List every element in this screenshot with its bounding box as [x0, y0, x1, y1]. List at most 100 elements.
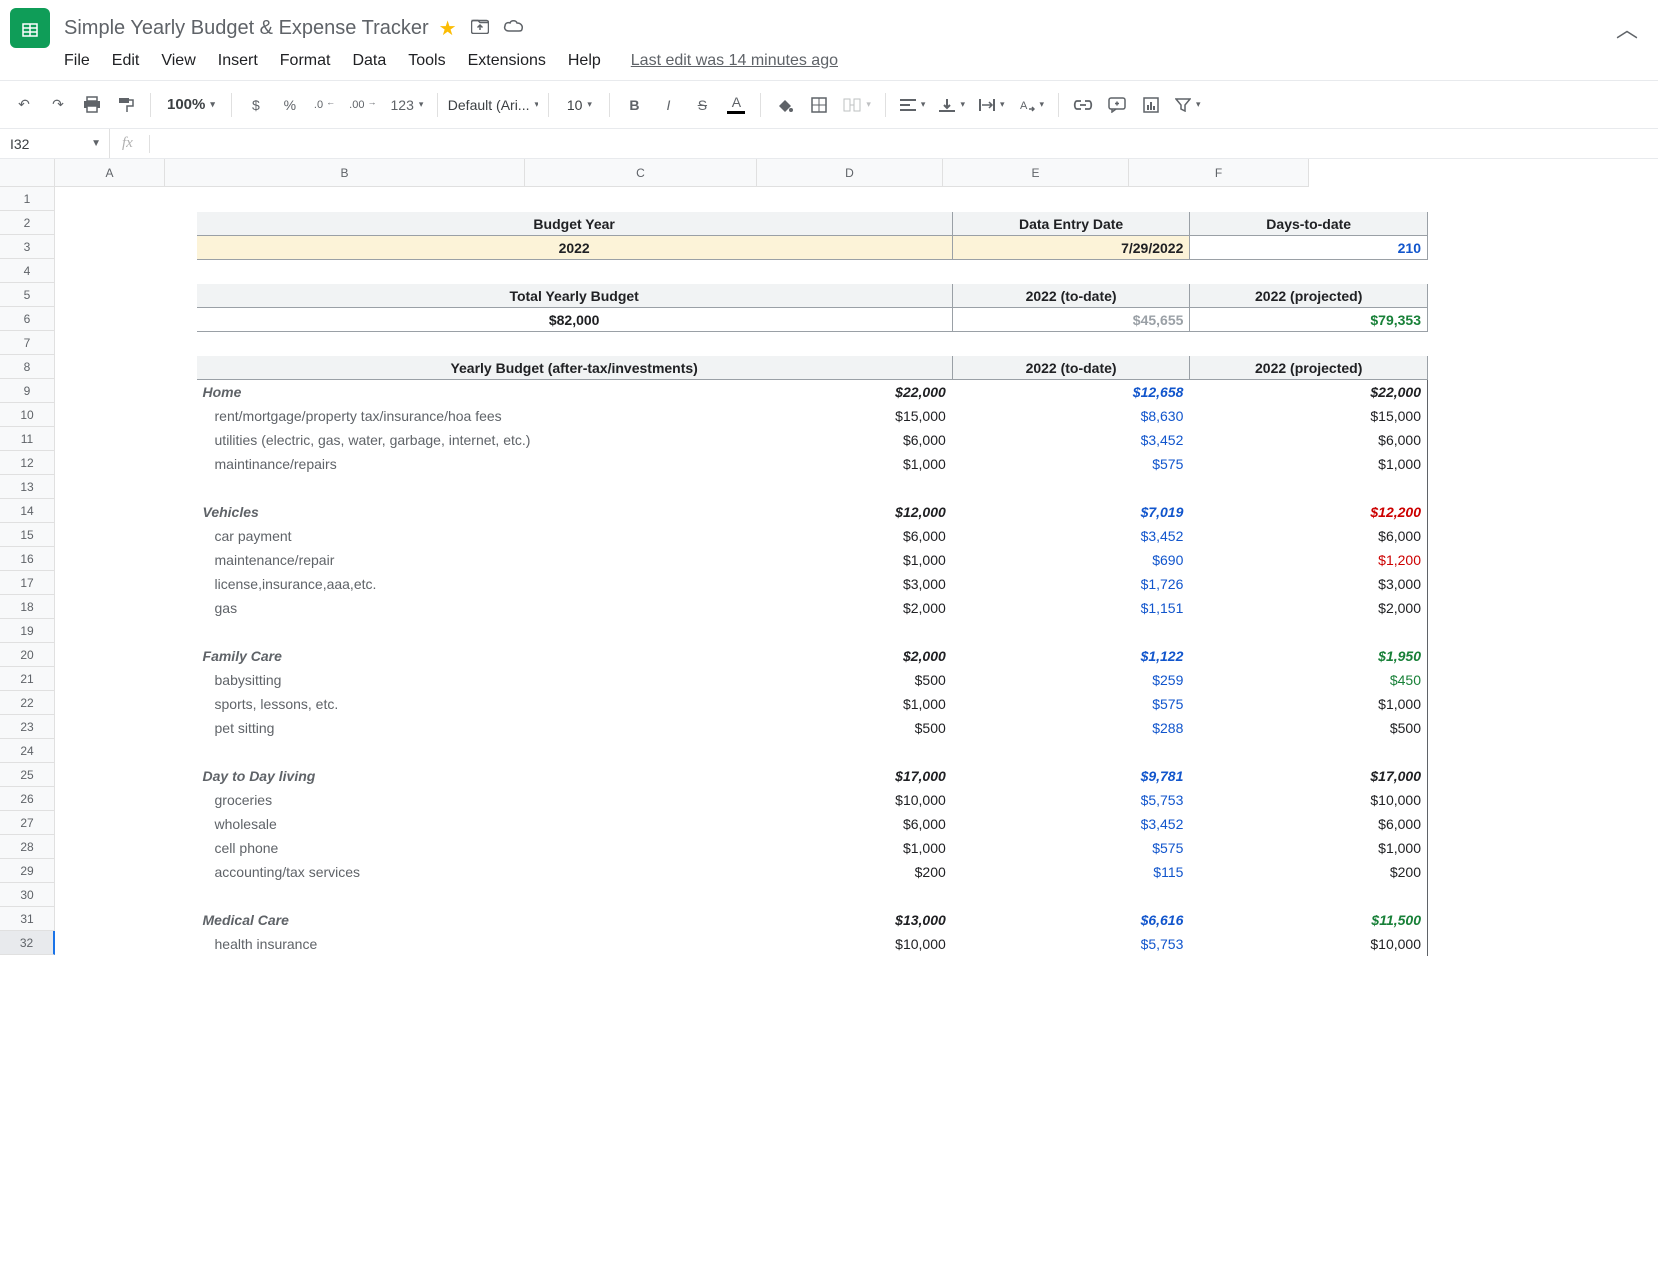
row-header[interactable]: 11 — [0, 427, 55, 451]
cell[interactable]: $3,452 — [952, 524, 1190, 548]
cell[interactable]: $15,000 — [1190, 404, 1428, 428]
cell[interactable]: $5,753 — [952, 788, 1190, 812]
cell[interactable]: $17,000 — [656, 764, 952, 788]
cell[interactable]: $1,000 — [1190, 836, 1428, 860]
cell[interactable]: $1,151 — [952, 596, 1190, 620]
cell[interactable]: $3,000 — [656, 572, 952, 596]
menu-view[interactable]: View — [161, 52, 195, 70]
cell[interactable]: $5,753 — [952, 932, 1190, 956]
menu-help[interactable]: Help — [568, 52, 601, 70]
row-header[interactable]: 19 — [0, 619, 55, 643]
row-header[interactable]: 23 — [0, 715, 55, 739]
cell[interactable]: $200 — [1190, 860, 1428, 884]
row-header[interactable]: 18 — [0, 595, 55, 619]
cell[interactable]: $1,000 — [1190, 452, 1428, 476]
name-box-dropdown-icon[interactable]: ▼ — [91, 138, 101, 149]
select-all-corner[interactable] — [0, 159, 55, 187]
horizontal-align-button[interactable] — [896, 90, 930, 120]
cell[interactable]: $500 — [656, 716, 952, 740]
row-header[interactable]: 24 — [0, 739, 55, 763]
col-header-E[interactable]: E — [943, 159, 1129, 187]
row-header[interactable]: 26 — [0, 787, 55, 811]
row-header[interactable]: 8 — [0, 355, 55, 379]
cell[interactable]: Days-to-date — [1190, 212, 1428, 236]
cell[interactable]: license,insurance,aaa,etc. — [196, 572, 656, 596]
cell[interactable]: $3,452 — [952, 812, 1190, 836]
cell[interactable]: $500 — [1190, 716, 1428, 740]
bold-button[interactable]: B — [620, 90, 648, 120]
cell[interactable]: $10,000 — [656, 932, 952, 956]
cell[interactable]: $690 — [952, 548, 1190, 572]
last-edit-link[interactable]: Last edit was 14 minutes ago — [631, 52, 838, 70]
cell[interactable]: 2022 (to-date) — [952, 284, 1190, 308]
row-header[interactable]: 3 — [0, 235, 55, 259]
cell[interactable]: $6,000 — [1190, 524, 1428, 548]
row-header[interactable]: 14 — [0, 499, 55, 523]
font-size-dropdown[interactable]: 10 — [559, 90, 599, 120]
row-header[interactable]: 5 — [0, 283, 55, 307]
col-header-D[interactable]: D — [757, 159, 943, 187]
cell[interactable]: utilities (electric, gas, water, garbage… — [196, 428, 656, 452]
cell[interactable]: 7/29/2022 — [952, 236, 1190, 260]
collapse-icon[interactable]: ︿ — [1616, 12, 1648, 44]
row-header[interactable]: 15 — [0, 523, 55, 547]
cell[interactable]: $6,000 — [656, 524, 952, 548]
cell[interactable]: $575 — [952, 836, 1190, 860]
row-header[interactable]: 22 — [0, 691, 55, 715]
strikethrough-button[interactable]: S — [688, 90, 716, 120]
row-header[interactable]: 28 — [0, 835, 55, 859]
row-header[interactable]: 12 — [0, 451, 55, 475]
cell[interactable]: 210 — [1190, 236, 1428, 260]
row-header[interactable]: 25 — [0, 763, 55, 787]
cell[interactable]: $15,000 — [656, 404, 952, 428]
menu-edit[interactable]: Edit — [112, 52, 140, 70]
text-rotation-button[interactable]: A — [1015, 90, 1049, 120]
cell[interactable]: Home — [196, 380, 656, 404]
cell[interactable]: $10,000 — [1190, 788, 1428, 812]
cell[interactable]: $450 — [1190, 668, 1428, 692]
cell[interactable]: $1,000 — [656, 548, 952, 572]
cells-area[interactable]: Budget Year Data Entry Date Days-to-date… — [55, 187, 1658, 1273]
cell[interactable]: $1,200 — [1190, 548, 1428, 572]
cell[interactable]: sports, lessons, etc. — [196, 692, 656, 716]
cell[interactable]: pet sitting — [196, 716, 656, 740]
redo-button[interactable]: ↷ — [44, 90, 72, 120]
insert-chart-button[interactable] — [1137, 90, 1165, 120]
menu-tools[interactable]: Tools — [408, 52, 445, 70]
sheets-logo[interactable] — [10, 8, 50, 48]
row-header[interactable]: 27 — [0, 811, 55, 835]
cell[interactable]: $115 — [952, 860, 1190, 884]
menu-file[interactable]: File — [64, 52, 90, 70]
document-title[interactable]: Simple Yearly Budget & Expense Tracker — [64, 17, 429, 40]
cell[interactable]: $22,000 — [656, 380, 952, 404]
col-header-F[interactable]: F — [1129, 159, 1309, 187]
filter-button[interactable] — [1171, 90, 1205, 120]
menu-data[interactable]: Data — [352, 52, 386, 70]
number-format-dropdown[interactable]: 123 — [387, 90, 428, 120]
cell[interactable]: $8,630 — [952, 404, 1190, 428]
cell[interactable]: maintenance/repair — [196, 548, 656, 572]
cell[interactable]: 2022 — [196, 236, 952, 260]
cell[interactable]: $3,000 — [1190, 572, 1428, 596]
cell[interactable]: $288 — [952, 716, 1190, 740]
cell[interactable]: $17,000 — [1190, 764, 1428, 788]
menu-extensions[interactable]: Extensions — [468, 52, 546, 70]
row-header[interactable]: 16 — [0, 547, 55, 571]
row-header[interactable]: 29 — [0, 859, 55, 883]
cell[interactable]: $10,000 — [656, 788, 952, 812]
row-header[interactable]: 10 — [0, 403, 55, 427]
cell[interactable]: $45,655 — [952, 308, 1190, 332]
row-header[interactable]: 6 — [0, 307, 55, 331]
name-box[interactable]: I32 ▼ — [0, 129, 110, 158]
cell[interactable]: Yearly Budget (after-tax/investments) — [196, 356, 952, 380]
cell[interactable]: $82,000 — [196, 308, 952, 332]
cell[interactable]: Budget Year — [196, 212, 952, 236]
cell[interactable]: accounting/tax services — [196, 860, 656, 884]
cell[interactable]: Day to Day living — [196, 764, 656, 788]
cell[interactable]: car payment — [196, 524, 656, 548]
cell[interactable]: 2022 (projected) — [1190, 284, 1428, 308]
merge-cells-button[interactable] — [839, 90, 875, 120]
row-header[interactable]: 30 — [0, 883, 55, 907]
cell[interactable]: $6,616 — [952, 908, 1190, 932]
cell[interactable]: rent/mortgage/property tax/insurance/hoa… — [196, 404, 656, 428]
